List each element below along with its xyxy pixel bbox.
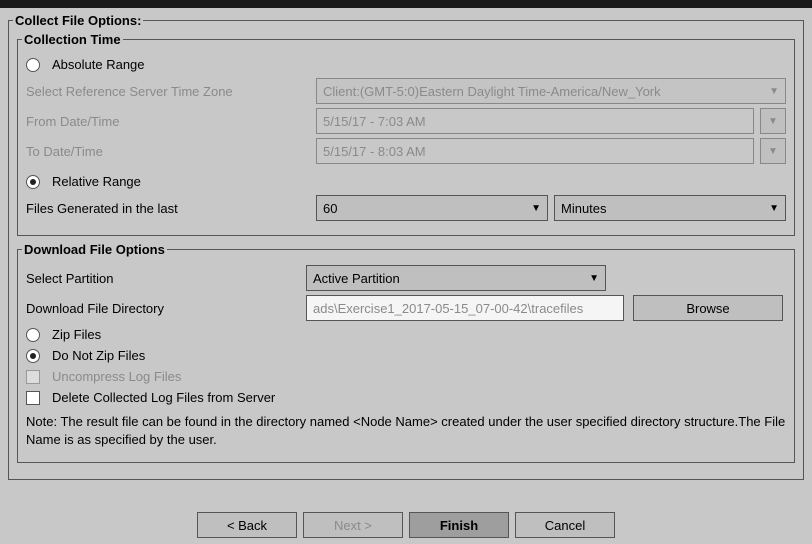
files-generated-label: Files Generated in the last <box>26 195 316 221</box>
zip-files-radio[interactable] <box>26 328 40 342</box>
absolute-range-radio[interactable] <box>26 58 40 72</box>
from-date-field: 5/15/17 - 7:03 AM <box>316 108 754 134</box>
do-not-zip-label: Do Not Zip Files <box>52 348 145 363</box>
finish-button[interactable]: Finish <box>409 512 509 538</box>
uncompress-label: Uncompress Log Files <box>52 369 181 384</box>
zip-files-label: Zip Files <box>52 327 101 342</box>
files-generated-value-select[interactable]: 60 ▼ <box>316 195 548 221</box>
relative-range-label: Relative Range <box>52 174 141 189</box>
files-generated-unit-select[interactable]: Minutes ▼ <box>554 195 786 221</box>
note-text: Note: The result file can be found in th… <box>26 413 786 448</box>
next-button: Next > <box>303 512 403 538</box>
to-date-field: 5/15/17 - 8:03 AM <box>316 138 754 164</box>
from-date-value: 5/15/17 - 7:03 AM <box>323 114 426 129</box>
uncompress-checkbox <box>26 370 40 384</box>
titlebar <box>0 0 812 8</box>
browse-button-label: Browse <box>686 301 729 316</box>
relative-range-radio[interactable] <box>26 175 40 189</box>
files-generated-unit: Minutes <box>561 201 607 216</box>
back-button-label: < Back <box>227 518 267 533</box>
collection-time-group: Collection Time Absolute Range Select Re… <box>17 32 795 236</box>
wizard-button-bar: < Back Next > Finish Cancel <box>8 506 804 544</box>
cancel-button-label: Cancel <box>545 518 585 533</box>
delete-collected-checkbox[interactable] <box>26 391 40 405</box>
from-date-picker-button: ▼ <box>760 108 786 134</box>
collect-file-options-legend: Collect File Options: <box>13 13 143 28</box>
timezone-select: Client:(GMT-5:0)Eastern Daylight Time-Am… <box>316 78 786 104</box>
to-date-value: 5/15/17 - 8:03 AM <box>323 144 426 159</box>
download-file-options-legend: Download File Options <box>22 242 167 257</box>
directory-label: Download File Directory <box>26 295 306 321</box>
files-generated-value: 60 <box>323 201 337 216</box>
partition-label: Select Partition <box>26 265 306 291</box>
to-date-picker-button: ▼ <box>760 138 786 164</box>
back-button[interactable]: < Back <box>197 512 297 538</box>
timezone-value: Client:(GMT-5:0)Eastern Daylight Time-Am… <box>323 84 661 99</box>
browse-button[interactable]: Browse <box>633 295 783 321</box>
collect-file-options-group: Collect File Options: Collection Time Ab… <box>8 13 804 480</box>
chevron-down-icon: ▼ <box>769 203 779 214</box>
absolute-range-label: Absolute Range <box>52 57 145 72</box>
download-file-options-group: Download File Options Select Partition A… <box>17 242 795 463</box>
finish-button-label: Finish <box>440 518 478 533</box>
timezone-label: Select Reference Server Time Zone <box>26 78 316 104</box>
collection-time-legend: Collection Time <box>22 32 123 47</box>
delete-collected-label: Delete Collected Log Files from Server <box>52 390 275 405</box>
directory-value: ads\Exercise1_2017-05-15_07-00-42\tracef… <box>313 301 617 316</box>
cancel-button[interactable]: Cancel <box>515 512 615 538</box>
chevron-down-icon: ▼ <box>531 203 541 214</box>
chevron-down-icon: ▼ <box>768 146 778 157</box>
chevron-down-icon: ▼ <box>768 116 778 127</box>
do-not-zip-radio[interactable] <box>26 349 40 363</box>
directory-field[interactable]: ads\Exercise1_2017-05-15_07-00-42\tracef… <box>306 295 624 321</box>
chevron-down-icon: ▼ <box>589 273 599 284</box>
partition-value: Active Partition <box>313 271 400 286</box>
next-button-label: Next > <box>334 518 372 533</box>
partition-select[interactable]: Active Partition ▼ <box>306 265 606 291</box>
to-date-label: To Date/Time <box>26 138 316 164</box>
chevron-down-icon: ▼ <box>769 86 779 97</box>
from-date-label: From Date/Time <box>26 108 316 134</box>
dialog-body: Collect File Options: Collection Time Ab… <box>0 8 812 544</box>
dialog-window: Collect File Options: Collection Time Ab… <box>0 0 812 544</box>
